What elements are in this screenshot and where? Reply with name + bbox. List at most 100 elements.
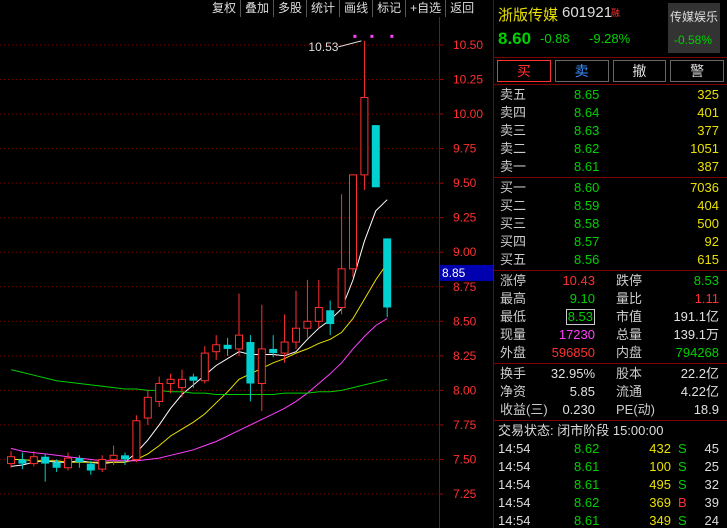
candle-body-down [246,342,255,384]
stat-row: 净资 5.85 流通 4.22亿 [494,383,727,401]
bid-row[interactable]: 买三 8.58 500 [494,215,727,233]
price-tick-label: 8.50 [453,314,477,328]
toolbar-button[interactable]: 画线 [339,0,372,17]
stat-label: PE(动) [616,402,656,417]
kline-svg[interactable]: 10.50 10.25 10.00 9.75 9.50 9.25 9.00 8.75 8.50 8… [0,0,493,528]
stat-label: 内盘 [616,345,643,360]
stat-label: 最低 [500,309,527,324]
bid-row[interactable]: 买四 8.57 92 [494,233,727,251]
price-tick-label: 10.25 [453,73,483,87]
toolbar-button[interactable]: 统计 [306,0,339,17]
stat-row: 现量 17230 总量 139.1万 [494,326,727,344]
ask-volume: 1051 [690,141,719,156]
ask-row[interactable]: 卖三 8.63 377 [494,122,727,140]
tick-side: S [678,441,687,456]
toolbar-button[interactable]: 复权 [208,0,240,17]
bid-row[interactable]: 买二 8.59 404 [494,197,727,215]
candle-body-up [29,456,38,465]
candle-body-up [200,352,209,382]
candle-body-down [86,463,95,471]
ask-row[interactable]: 卖五 8.65 325 [494,86,727,104]
kline-chart[interactable]: 10.50 10.25 10.00 9.75 9.50 9.25 9.00 8.75 8.50 8… [0,0,493,528]
stat-label: 量比 [616,291,643,306]
bid-row[interactable]: 买五 8.56 615 [494,251,727,269]
tick-volume: 432 [649,441,671,456]
cancel-order-button[interactable]: 撤 [612,60,667,82]
price-alert-button[interactable]: 警 [670,60,724,82]
ask-label: 卖一 [500,159,527,174]
stat-row: 最高 9.10 量比 1.11 [494,290,727,308]
signal-dot [370,34,374,38]
candle-body-up [314,306,323,322]
bid-label: 买三 [500,216,527,231]
ma-line-ma5 [10,199,388,467]
sector-box[interactable]: 传媒娱乐 -0.58% [668,3,720,53]
candle-body-up [349,174,357,270]
candle-body-down [383,238,392,308]
candle-body-down [52,462,61,468]
stat-label: 流通 [616,384,643,399]
candle-body-up [64,457,72,469]
tick-side: S [678,513,687,528]
toolbar-button[interactable]: 多股 [273,0,306,17]
ma-line-ma10 [11,263,388,463]
toolbar-button[interactable]: 返回 [445,0,478,17]
ask-row[interactable]: 卖二 8.62 1051 [494,140,727,158]
price-change: -0.88 [540,31,570,46]
toolbar-button[interactable]: 叠加 [240,0,273,17]
candle-body-down [75,458,84,463]
toolbar-button[interactable]: +自选 [405,0,445,17]
bid-row[interactable]: 买一 8.60 7036 [494,179,727,197]
trade-buttons: 买 卖 撤 警 [494,59,727,83]
tick-price: 8.61 [574,513,600,528]
chart-toolbar: 复权 叠加 多股 统计 画线 标记 +自选 返回 [208,0,479,17]
trade-status: 交易状态: 闭市阶段 15:00:00 [498,423,664,438]
tick-count: 32 [704,477,719,492]
stat-value: 596850 [551,345,595,360]
stat-row: 收益(三) 0.230 PE(动) 18.9 [494,401,727,419]
tick-time: 14:54 [498,477,531,492]
stat-label: 现量 [500,327,527,342]
signal-dot [353,34,357,38]
ask-price: 8.64 [574,105,600,120]
bid-price: 8.56 [574,252,600,267]
stat-value: 794268 [675,345,719,360]
candle-body-up [212,344,221,353]
tick-row: 14:54 8.61 349 S 24 [494,512,727,528]
tick-list[interactable]: 14:54 8.62 432 S 45 14:54 8.61 100 S 25 14:54 8.61 4… [494,440,727,528]
stat-value: 17230 [558,327,595,342]
last-price: 8.60 [498,29,532,48]
stock-header: 浙版传媒 601921 融 8.60 -0.88 -9.28% 传媒娱乐 -0.… [494,0,727,56]
candle-body-up [257,348,266,384]
stat-value: 0.230 [562,402,595,417]
price-tick-label: 10.50 [453,38,483,52]
ask-volume: 377 [697,123,719,138]
price-tick-label: 8.00 [453,383,477,397]
candle-body-down [371,125,380,188]
tick-row: 14:54 8.62 369 B 39 [494,494,727,512]
sell-button[interactable]: 卖 [554,60,609,82]
bid-label: 买五 [500,252,527,267]
ask-row[interactable]: 卖四 8.64 401 [494,104,727,122]
ask-book: 卖五 8.65 325 卖四 8.64 401 卖三 8.63 377 卖二 8.62 1051 卖一 8… [494,86,727,176]
tick-price: 8.62 [574,495,600,510]
bid-price: 8.58 [574,216,600,231]
bid-volume: 404 [697,198,719,213]
sector-name: 传媒娱乐 [670,10,719,24]
stat-row: 涨停 10.43 跌停 8.53 [494,272,727,290]
stat-value: 4.22亿 [680,384,719,399]
candle-body-down [189,376,198,381]
stock-name[interactable]: 浙版传媒 [498,4,558,25]
tick-time: 14:54 [498,513,531,528]
ask-volume: 401 [697,105,719,120]
candle-body-up [166,378,175,384]
candle-body-down [326,310,335,325]
price-tick-label: 9.00 [453,245,477,259]
ask-label: 卖二 [500,141,527,156]
ask-row[interactable]: 卖一 8.61 387 [494,158,727,176]
toolbar-button[interactable]: 标记 [372,0,405,17]
candle-body-up [360,96,369,176]
candle-body-up [292,327,300,343]
buy-button[interactable]: 买 [497,60,551,82]
stat-row: 外盘 596850 内盘 794268 [494,344,727,362]
